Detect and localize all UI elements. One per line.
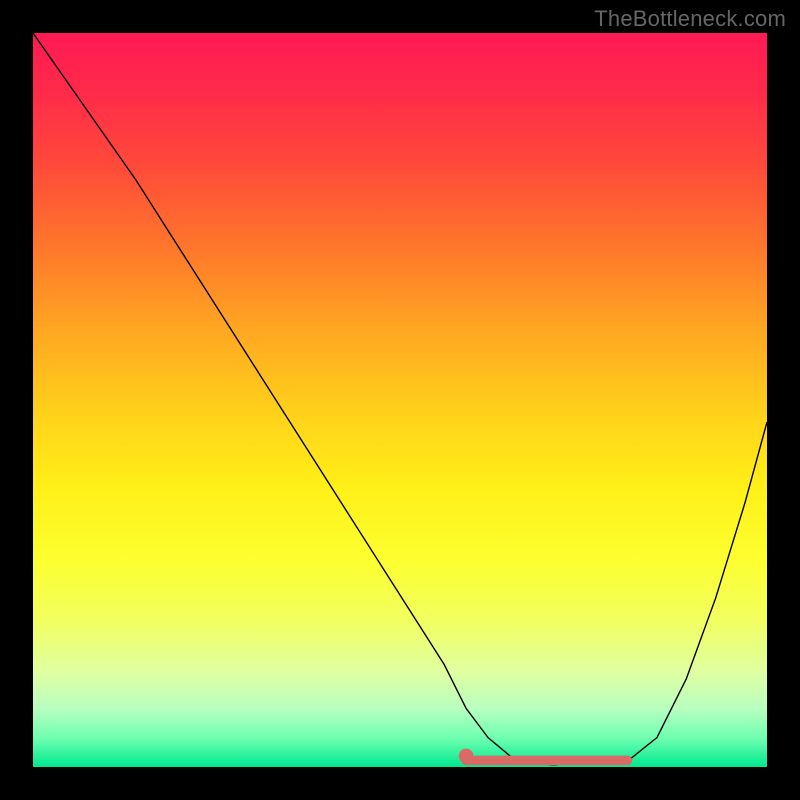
chart-plot-area [33,33,767,767]
chart-svg [33,33,767,767]
chart-curve [33,33,767,765]
chart-flat-start-dot [459,749,474,764]
watermark-text: TheBottleneck.com [594,6,786,32]
